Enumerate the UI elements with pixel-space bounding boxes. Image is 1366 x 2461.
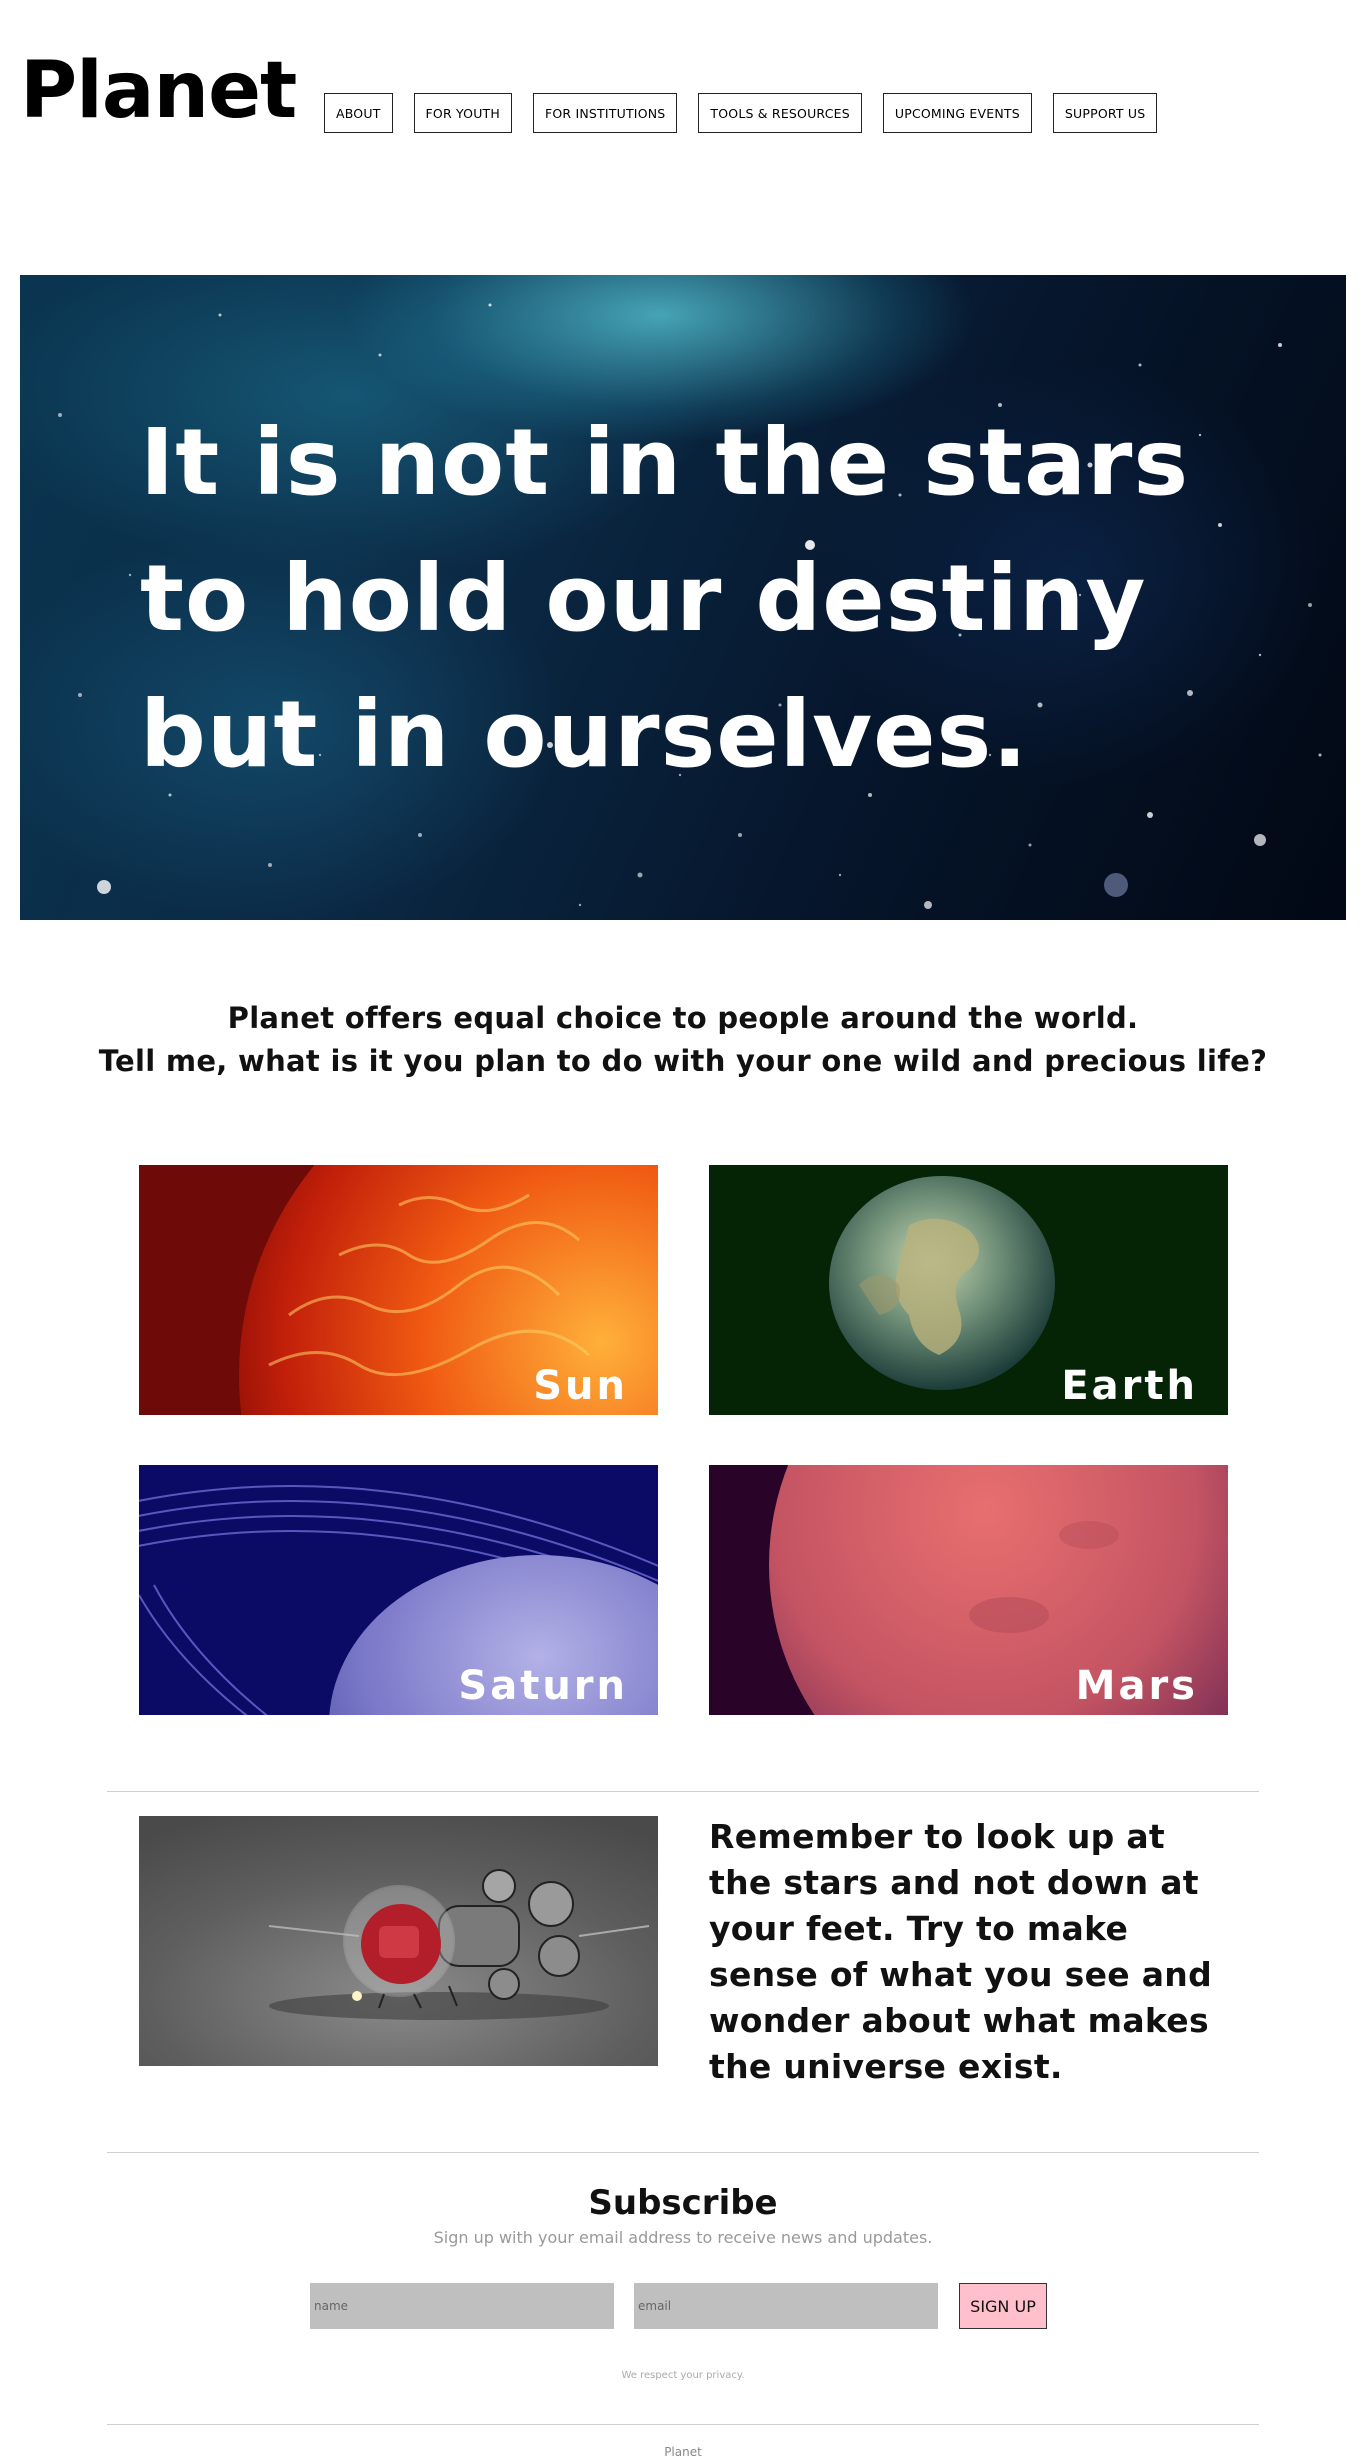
hero-quote-line-1: It is not in the stars xyxy=(140,409,1190,516)
nav-about[interactable]: ABOUT xyxy=(324,93,393,133)
spaceship-image xyxy=(139,1816,658,2066)
sign-up-button[interactable]: SIGN UP xyxy=(959,2283,1047,2329)
section-divider-2 xyxy=(107,2152,1259,2153)
feature-text: Remember to look up at the stars and not… xyxy=(709,1817,1212,2086)
planet-card-earth[interactable]: Earth xyxy=(709,1165,1228,1415)
spaceship-illustration xyxy=(268,1869,650,2020)
planet-label-mars: Mars xyxy=(1075,1663,1198,1709)
intro-line-1: Planet offers equal choice to people aro… xyxy=(227,1001,1139,1035)
privacy-note: We respect your privacy. xyxy=(621,2370,745,2381)
intro-text: Planet offers equal choice to people aro… xyxy=(0,997,1366,1083)
subscribe-description: Sign up with your email address to recei… xyxy=(433,2228,933,2247)
planet-label-earth: Earth xyxy=(1061,1363,1198,1409)
nav-for-youth[interactable]: FOR YOUTH xyxy=(413,93,512,133)
planet-card-saturn[interactable]: Saturn xyxy=(139,1465,658,1715)
nav-support-us[interactable]: SUPPORT US xyxy=(1052,93,1158,133)
name-input[interactable] xyxy=(310,2283,614,2329)
footer-divider xyxy=(107,2424,1259,2425)
planet-label-saturn: Saturn xyxy=(458,1663,628,1709)
hero-quote-line-2: to hold our destiny xyxy=(140,545,1147,652)
hero-banner: It is not in the stars to hold our desti… xyxy=(20,275,1346,920)
planet-card-sun[interactable]: Sun xyxy=(139,1165,658,1415)
nav-upcoming-events[interactable]: UPCOMING EVENTS xyxy=(882,93,1032,133)
email-input[interactable] xyxy=(634,2283,938,2329)
planet-card-mars[interactable]: Mars xyxy=(709,1465,1228,1715)
intro-line-2: Tell me, what is it you plan to do with … xyxy=(98,1044,1268,1078)
subscribe-title: Subscribe xyxy=(588,2183,778,2223)
planet-label-sun: Sun xyxy=(533,1363,628,1409)
hero-quote: It is not in the stars to hold our desti… xyxy=(140,395,1189,803)
main-nav: ABOUT FOR YOUTH FOR INSTITUTIONS TOOLS &… xyxy=(324,93,1158,133)
nav-tools-resources[interactable]: TOOLS & RESOURCES xyxy=(698,93,862,133)
footer-text: Planet xyxy=(664,2445,702,2459)
hero-quote-line-3: but in ourselves. xyxy=(140,681,1029,788)
section-divider-1 xyxy=(107,1791,1259,1792)
nav-for-institutions[interactable]: FOR INSTITUTIONS xyxy=(533,93,678,133)
site-logo[interactable]: Planet xyxy=(20,52,297,130)
